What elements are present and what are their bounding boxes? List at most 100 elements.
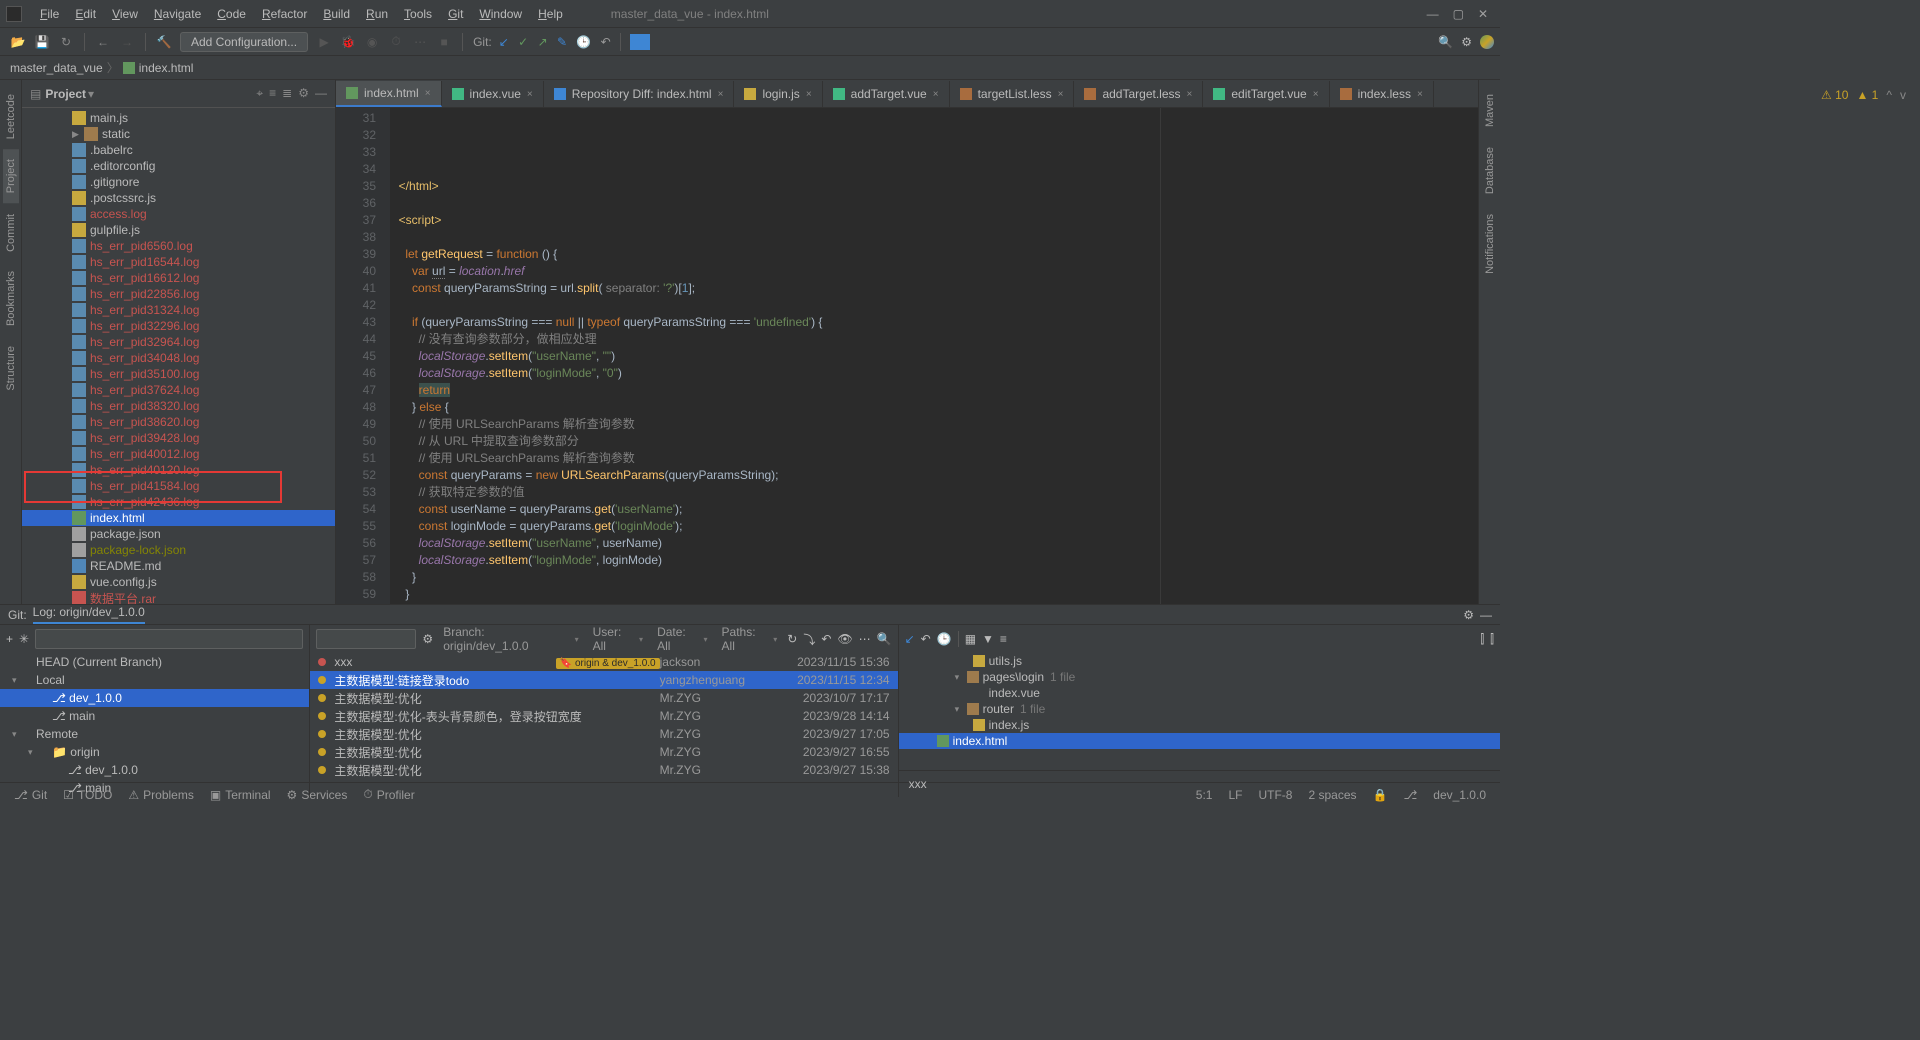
git-log-tab[interactable]: Log: origin/dev_1.0.0 (33, 605, 145, 624)
statusbar-profiler[interactable]: ⏱Profiler (355, 787, 422, 802)
find-icon[interactable]: 🔍 (877, 632, 892, 646)
editor-tab[interactable]: addTarget.less× (1074, 81, 1203, 107)
commit-search-input[interactable] (316, 629, 416, 649)
expand-all-icon[interactable]: ≡ (269, 86, 276, 101)
open-icon[interactable]: 📂 (9, 33, 27, 51)
filter-branch[interactable]: Branch: origin/dev_1.0.0▾ (439, 625, 582, 653)
tree-item[interactable]: hs_err_pid40120.log (22, 462, 335, 478)
collapse-all-icon[interactable]: ≣ (282, 86, 292, 101)
left-tab-commit[interactable]: Commit (3, 204, 19, 262)
left-tab-leetcode[interactable]: Leetcode (3, 84, 19, 149)
commit-refresh-icon[interactable]: ↻ (787, 632, 797, 646)
statusbar-terminal[interactable]: ▣Terminal (202, 787, 279, 802)
menu-code[interactable]: Code (209, 7, 254, 21)
editor-tab[interactable]: Repository Diff: index.html× (544, 81, 735, 107)
editor-tab[interactable]: index.less× (1330, 81, 1434, 107)
tree-item[interactable]: hs_err_pid22856.log (22, 286, 335, 302)
statusbar-services[interactable]: ⚙Services (279, 787, 356, 802)
tree-item[interactable]: 数据平台.rar (22, 590, 335, 604)
tree-item[interactable]: gulpfile.js (22, 222, 335, 238)
tree-item[interactable]: hs_err_pid32964.log (22, 334, 335, 350)
statusbar-todo[interactable]: ☑TODO (55, 787, 120, 802)
maximize-icon[interactable]: ▢ (1453, 7, 1464, 21)
git-settings-icon[interactable]: ⚙ (1463, 608, 1474, 622)
editor-tab[interactable]: login.js× (734, 81, 822, 107)
debug-icon[interactable]: 🐞 (339, 33, 357, 51)
statusbar-problems[interactable]: ⚠Problems (120, 787, 201, 802)
coverage-icon[interactable]: ◉ (363, 33, 381, 51)
show-details-icon[interactable]: 👁 (837, 632, 852, 646)
diff-revert-icon[interactable]: ↶ (921, 632, 931, 646)
statusbar-info[interactable]: 2 spaces (1300, 788, 1364, 802)
stop-icon[interactable]: ■ (435, 33, 453, 51)
filter-paths[interactable]: Paths: All▾ (718, 625, 782, 653)
tree-item[interactable]: access.log (22, 206, 335, 222)
settings-gear-icon[interactable]: ⚙ (298, 86, 309, 101)
code-area[interactable]: </html> <script> let getRequest = functi… (390, 108, 1478, 604)
git-hide-icon[interactable]: — (1480, 608, 1492, 622)
diff-expand-icon[interactable]: ▼ (982, 632, 994, 646)
project-view-icon[interactable]: ▤ (30, 87, 41, 101)
left-tab-structure[interactable]: Structure (3, 336, 19, 401)
tree-item[interactable]: package.json (22, 526, 335, 542)
branch-plus-icon[interactable]: + (6, 632, 13, 646)
tree-item[interactable]: hs_err_pid32296.log (22, 318, 335, 334)
more-options-icon[interactable]: ⋯ (859, 632, 871, 646)
tree-item[interactable]: .postcssrc.js (22, 190, 335, 206)
tree-item[interactable]: hs_err_pid16612.log (22, 270, 335, 286)
lock-icon[interactable]: 🔒 (1365, 788, 1396, 802)
tree-item[interactable]: .gitignore (22, 174, 335, 190)
tree-item[interactable]: hs_err_pid38320.log (22, 398, 335, 414)
search-everywhere-icon[interactable]: 🔍 (1438, 35, 1453, 49)
revert-icon[interactable]: ↶ (821, 632, 831, 646)
menu-file[interactable]: File (32, 7, 67, 21)
tree-item[interactable]: hs_err_pid6560.log (22, 238, 335, 254)
branch-item[interactable]: ▾Local (0, 671, 309, 689)
statusbar-info[interactable]: 5:1 (1188, 788, 1221, 802)
changed-file-row[interactable]: index.js (899, 717, 1500, 733)
git-rollback-icon[interactable]: ↶ (601, 35, 611, 49)
branch-item[interactable]: ▾📁 origin (0, 743, 309, 761)
editor-tab[interactable]: index.html× (336, 81, 442, 107)
menu-run[interactable]: Run (358, 7, 396, 21)
statusbar-git[interactable]: ⎇Git (6, 787, 55, 802)
menu-build[interactable]: Build (315, 7, 358, 21)
tree-item[interactable]: hs_err_pid37624.log (22, 382, 335, 398)
git-push-icon[interactable]: ↗ (538, 35, 548, 49)
select-opened-file-icon[interactable]: ⌖ (256, 86, 263, 101)
commit-row[interactable]: 主数据模型:优化Mr.ZYG2023/10/7 17:17 (310, 689, 897, 707)
menu-git[interactable]: Git (440, 7, 471, 21)
code-with-me-icon[interactable] (630, 34, 650, 50)
tree-item[interactable]: hs_err_pid39428.log (22, 430, 335, 446)
tree-item[interactable]: package-lock.json (22, 542, 335, 558)
tree-item[interactable]: index.html (22, 510, 335, 526)
hide-icon[interactable]: — (315, 86, 327, 101)
commit-search-regex-icon[interactable]: ⚙ (422, 632, 433, 646)
project-tree[interactable]: main.js▶static.babelrc.editorconfig.giti… (22, 108, 335, 604)
editor-tab[interactable]: addTarget.vue× (823, 81, 950, 107)
commit-row[interactable]: 主数据模型:优化Mr.ZYG2023/9/27 16:55 (310, 743, 897, 761)
diff-layout-icon[interactable]: ⫿ (1480, 632, 1484, 647)
git-fetch-icon[interactable]: ✎ (557, 35, 567, 49)
left-tab-bookmarks[interactable]: Bookmarks (3, 261, 19, 336)
editor-tab[interactable]: editTarget.vue× (1203, 81, 1329, 107)
add-configuration-button[interactable]: Add Configuration... (180, 32, 308, 52)
menu-tools[interactable]: Tools (396, 7, 440, 21)
tree-item[interactable]: hs_err_pid35100.log (22, 366, 335, 382)
minimize-icon[interactable]: — (1427, 7, 1439, 21)
attach-icon[interactable]: ⋯ (411, 33, 429, 51)
tree-item[interactable]: hs_err_pid31324.log (22, 302, 335, 318)
back-icon[interactable]: ← (94, 33, 112, 51)
run-icon[interactable]: ▶ (315, 33, 333, 51)
right-tab-notifications[interactable]: Notifications (1482, 204, 1498, 284)
diff-history-icon[interactable]: 🕒 (937, 632, 952, 646)
diff-layout2-icon[interactable]: ⫿ (1490, 632, 1494, 647)
tree-item[interactable]: hs_err_pid38620.log (22, 414, 335, 430)
diff-prev-icon[interactable]: ↙ (905, 632, 915, 646)
commit-row[interactable]: 主数据模型:链接登录todoyangzhenguang2023/11/15 12… (310, 671, 897, 689)
menu-window[interactable]: Window (471, 7, 530, 21)
commit-row[interactable]: 主数据模型:优化Mr.ZYG2023/9/27 17:05 (310, 725, 897, 743)
project-dropdown-icon[interactable]: ▾ (88, 87, 94, 101)
statusbar-info[interactable]: UTF-8 (1250, 788, 1300, 802)
diff-collapse-icon[interactable]: ≡ (1000, 632, 1007, 646)
